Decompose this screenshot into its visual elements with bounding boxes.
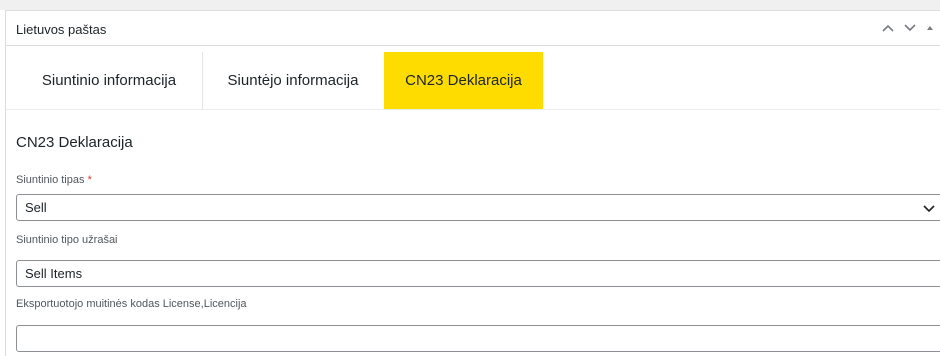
top-strip	[0, 0, 940, 10]
customs-code-input[interactable]	[16, 325, 940, 352]
section-title: CN23 Deklaracija	[16, 134, 133, 151]
parcel-type-value: Sell	[25, 200, 47, 215]
tab-sender-info[interactable]: Siuntėjo informacija	[203, 52, 383, 109]
metabox-title: Lietuvos paštas	[16, 22, 107, 37]
tab-parcel-info[interactable]: Siuntinio informacija	[16, 52, 203, 109]
parcel-type-select[interactable]: Sell	[16, 194, 940, 221]
parcel-type-notes-label: Siuntinio tipo užrašai	[16, 234, 118, 246]
tab-label: Siuntinio informacija	[41, 72, 177, 89]
tab-cn23-declaration[interactable]: CN23 Deklaracija	[384, 52, 543, 109]
parcel-type-notes-input[interactable]: Sell Items	[16, 260, 940, 287]
parcel-type-notes-value: Sell Items	[25, 266, 83, 281]
move-down-button[interactable]	[901, 19, 919, 37]
tab-label: Siuntėjo informacija	[227, 72, 359, 89]
triangle-up-icon	[927, 26, 933, 30]
tab-label: CN23 Deklaracija	[405, 72, 522, 89]
chevron-down-icon	[904, 24, 916, 32]
chevron-up-icon	[882, 24, 894, 32]
move-up-button[interactable]	[879, 19, 897, 37]
customs-code-label: Eksportuotojo muitinės kodas License,Lic…	[16, 298, 247, 310]
parcel-type-label-text: Siuntinio tipas	[16, 174, 85, 186]
shipping-metabox: Lietuvos paštas Siuntinio informacija Si…	[5, 10, 940, 356]
metabox-header: Lietuvos paštas	[6, 11, 940, 46]
parcel-type-label: Siuntinio tipas *	[16, 174, 92, 186]
tab-bar: Siuntinio informacija Siuntėjo informaci…	[6, 52, 940, 110]
toggle-panel-button[interactable]	[924, 19, 936, 37]
dropdown-arrow-icon	[923, 205, 935, 213]
required-mark: *	[87, 174, 92, 186]
